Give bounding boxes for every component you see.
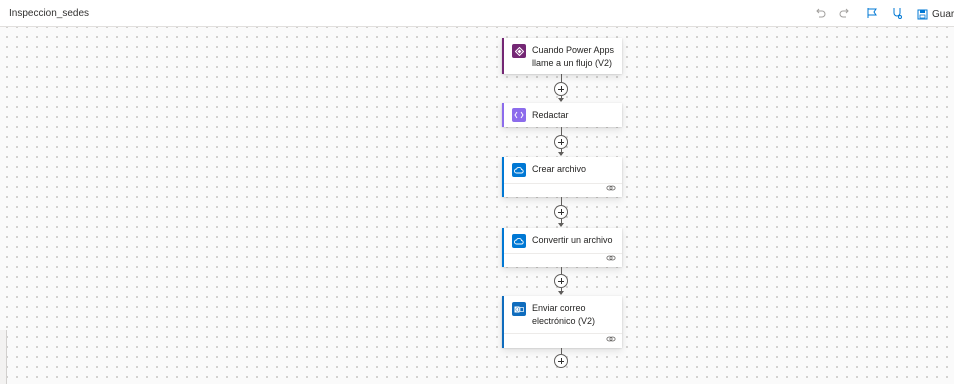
add-step-button[interactable] [554, 82, 568, 96]
outlook-icon: O [512, 302, 526, 316]
flow-title: Inspeccion_sedes [9, 8, 90, 19]
connector-arrow [558, 223, 564, 227]
onedrive-icon [512, 163, 526, 177]
connection-link-icon[interactable] [606, 254, 616, 262]
add-step-button[interactable] [554, 274, 568, 288]
save-icon [917, 9, 928, 19]
left-panel-edge [0, 330, 7, 384]
step-title: Enviar correo electrónico (V2) [532, 303, 596, 326]
step-title: Crear archivo [532, 164, 587, 174]
action-card-send-email[interactable]: O Enviar correo electrónico (V2) [502, 296, 622, 348]
connection-link-icon[interactable] [606, 184, 616, 192]
card-divider [504, 333, 622, 334]
onedrive-icon [512, 234, 526, 248]
designer-canvas [0, 27, 954, 384]
save-label: Guard [932, 8, 954, 20]
test-icon[interactable] [890, 6, 904, 20]
save-button[interactable]: Guard [917, 6, 954, 22]
step-title: Cuando Power Apps llame a un flujo (V2) [532, 45, 615, 68]
connection-link-icon[interactable] [606, 335, 616, 343]
action-card-convert-file[interactable]: Convertir un archivo [502, 228, 622, 267]
add-step-button[interactable] [554, 135, 568, 149]
action-card-compose[interactable]: Redactar [502, 103, 622, 127]
card-divider [504, 253, 622, 254]
undo-icon[interactable] [813, 6, 827, 20]
powerapps-icon [512, 44, 526, 58]
compose-icon [512, 108, 526, 122]
step-title: Redactar [532, 110, 569, 120]
connector-arrow [558, 152, 564, 156]
action-card-create-file[interactable]: Crear archivo [502, 157, 622, 197]
add-step-button[interactable] [554, 205, 568, 219]
svg-text:O: O [515, 307, 519, 313]
command-bar: Inspeccion_sedes Guard [0, 0, 954, 27]
card-divider [504, 183, 622, 184]
trigger-card-powerapps[interactable]: Cuando Power Apps llame a un flujo (V2) [502, 38, 622, 74]
add-step-button-end[interactable] [554, 354, 568, 368]
flow-checker-icon[interactable] [865, 6, 879, 20]
redo-icon[interactable] [838, 6, 852, 20]
connector-arrow [558, 291, 564, 295]
connector-arrow [558, 98, 564, 102]
step-title: Convertir un archivo [532, 235, 613, 245]
